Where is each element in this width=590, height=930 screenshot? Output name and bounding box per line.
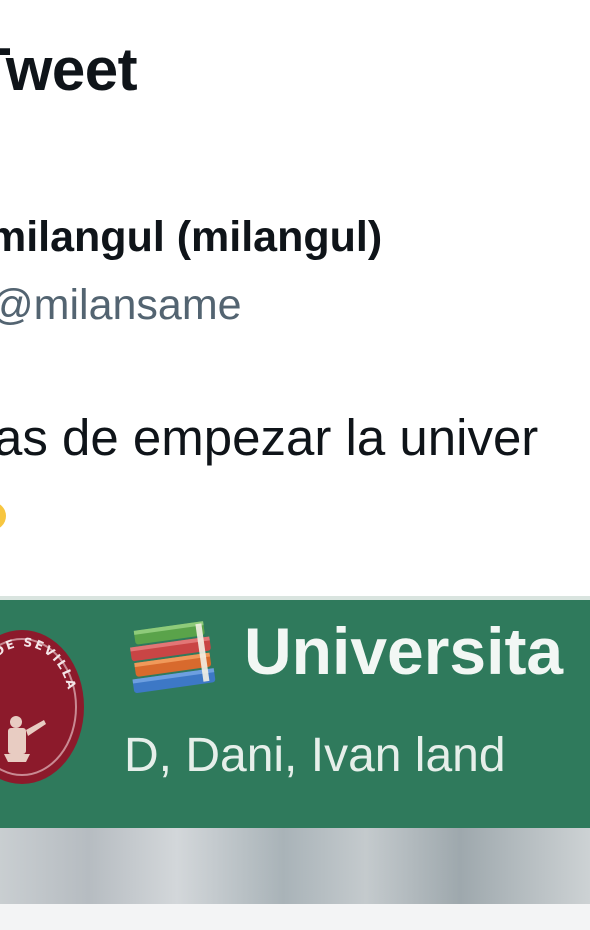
author-display-name[interactable]: milangul (milangul) bbox=[0, 216, 382, 259]
university-seal-logo: DAD DE SEVILLA bbox=[0, 630, 84, 784]
page-title: Tweet bbox=[0, 36, 138, 103]
books-emoji-icon bbox=[124, 620, 218, 698]
tweet-detail-screen: Tweet milangul (milangul) @milansame as … bbox=[0, 0, 590, 930]
media-chat-header: DAD DE SEVILLA bbox=[0, 596, 590, 828]
svg-text:DAD DE SEVILLA: DAD DE SEVILLA bbox=[0, 635, 79, 694]
emoji-icon bbox=[0, 502, 6, 530]
chat-group-members: D, Dani, Ivan land bbox=[124, 729, 506, 782]
seal-ring-text: DAD DE SEVILLA bbox=[0, 635, 77, 694]
media-photo-strip bbox=[0, 828, 590, 930]
author-handle[interactable]: @milansame bbox=[0, 284, 242, 327]
seal-graphic: DAD DE SEVILLA bbox=[0, 635, 79, 776]
chat-group-title: Universita bbox=[244, 614, 564, 688]
tweet-media-image[interactable]: DAD DE SEVILLA bbox=[0, 596, 590, 930]
tweet-text: as de empezar la univer bbox=[0, 409, 539, 466]
